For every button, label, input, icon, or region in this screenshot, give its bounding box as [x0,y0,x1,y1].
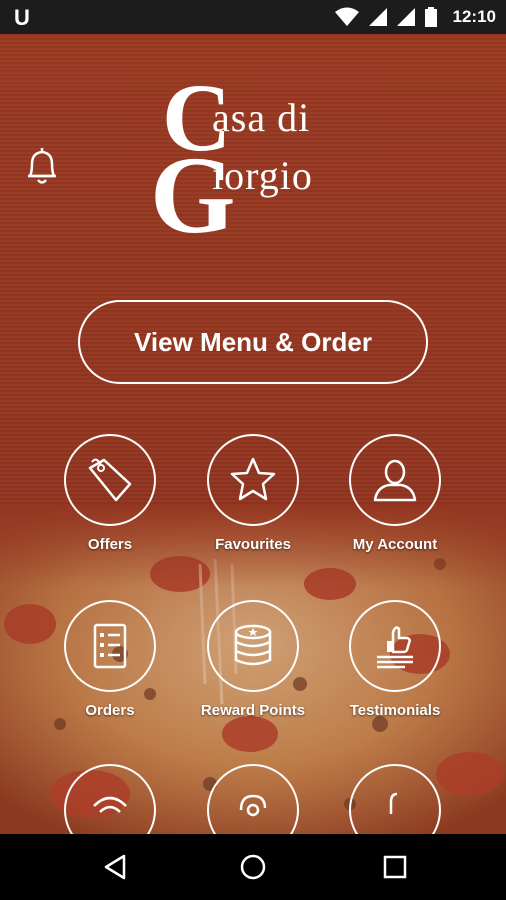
back-button[interactable] [100,852,130,882]
offers-tile[interactable]: Offers [40,434,180,553]
clock: 12:10 [452,7,496,26]
price-tag-icon [88,458,132,502]
recents-icon [383,855,407,879]
my-account-tile[interactable]: My Account [325,434,465,553]
partial-tile[interactable] [40,764,180,834]
navigation-bar [0,834,506,900]
wifi-icon [93,796,127,813]
partial-tile[interactable] [183,764,323,834]
phone-icon [389,792,398,814]
casa-di-giorgio-logo: C asa di G iorgio [150,64,313,256]
notifications-bell-icon[interactable] [22,144,62,188]
battery-icon [424,7,437,27]
home-screen: C asa di G iorgio View Menu & Order Offe… [0,34,506,834]
thumbs-up-icon [377,626,413,669]
status-bar: U 12:10 [0,0,506,34]
favourites-tile[interactable]: Favourites [183,434,323,553]
notification-app-icon: U [14,5,30,30]
signal-icon [368,8,387,26]
signal-icon [396,8,415,26]
home-button[interactable] [238,852,268,882]
system-icons: 12:10 [334,6,496,28]
wifi-icon [334,7,359,26]
user-icon [373,459,417,502]
back-icon [104,854,126,880]
orders-tile[interactable]: Orders [40,600,180,719]
testimonials-tile[interactable]: Testimonials [325,600,465,719]
checklist-icon [93,623,127,669]
coin-stack-icon [234,624,272,666]
view-menu-order-button[interactable]: View Menu & Order [78,300,428,384]
recents-button[interactable] [380,852,410,882]
at-sign-icon [239,794,267,817]
home-icon [240,854,266,880]
reward-points-tile[interactable]: Reward Points [183,600,323,719]
star-icon [230,457,276,501]
partial-tile[interactable] [325,764,465,834]
